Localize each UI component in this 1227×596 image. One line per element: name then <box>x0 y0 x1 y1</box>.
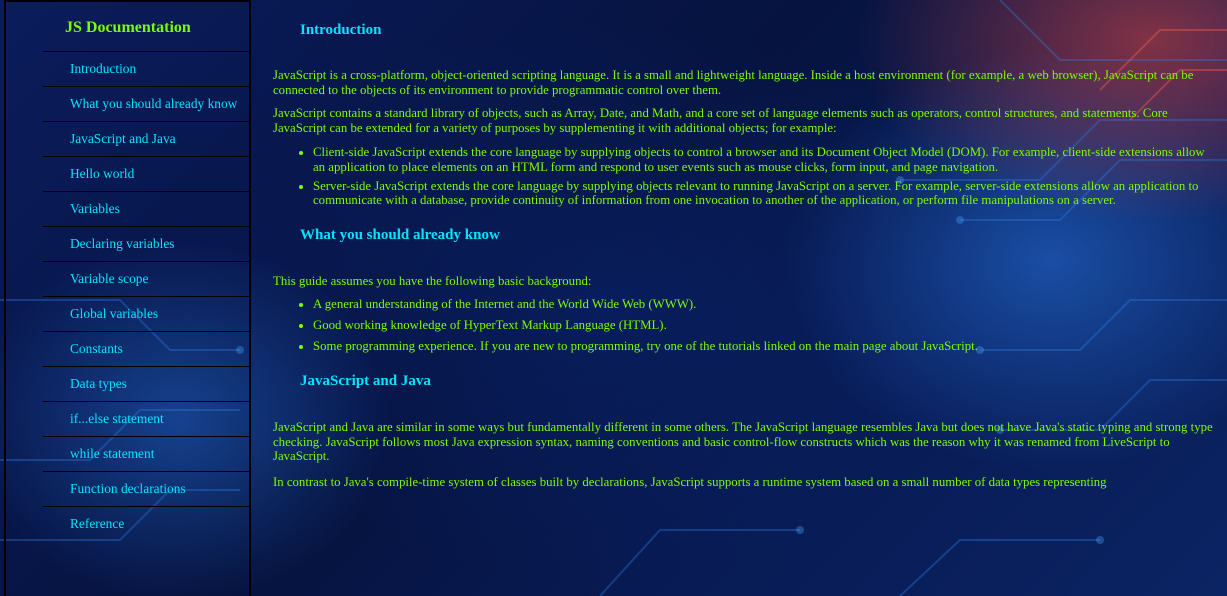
sidebar-item-what-you-should-already-know[interactable]: What you should already know <box>43 86 249 121</box>
bullet-list: Client-side JavaScript extends the core … <box>273 145 1213 207</box>
sidebar-item-javascript-and-java[interactable]: JavaScript and Java <box>43 121 249 156</box>
paragraph: JavaScript and Java are similar in some … <box>273 420 1213 464</box>
sidebar-nav: JS Documentation Introduction What you s… <box>4 0 251 596</box>
paragraph: This guide assumes you have the followin… <box>273 273 592 288</box>
list-item: Server-side JavaScript extends the core … <box>313 179 1213 208</box>
sidebar-item-while-statement[interactable]: while statement <box>43 436 249 471</box>
sidebar-item-introduction[interactable]: Introduction <box>43 51 249 86</box>
section-introduction: Introduction JavaScript is a cross-platf… <box>273 0 1213 208</box>
paragraph: JavaScript is a cross-platform, object-o… <box>273 68 1194 97</box>
sidebar-item-variables[interactable]: Variables <box>43 191 249 226</box>
sidebar-item-hello-world[interactable]: Hello world <box>43 156 249 191</box>
sidebar-item-declaring-variables[interactable]: Declaring variables <box>43 226 249 261</box>
sidebar-item-variable-scope[interactable]: Variable scope <box>43 261 249 296</box>
list-item: Client-side JavaScript extends the core … <box>313 145 1213 174</box>
sidebar-item-constants[interactable]: Constants <box>43 331 249 366</box>
section-heading: JavaScript and Java <box>300 373 431 390</box>
sidebar-item-if-else-statement[interactable]: if...else statement <box>43 401 249 436</box>
section-heading: Introduction <box>300 22 382 38</box>
section-heading: What you should already know <box>300 226 500 243</box>
section-javascript-and-java: JavaScript and Java JavaScript and Java … <box>273 373 1213 489</box>
section-what-you-should-already-know: What you should already know This guide … <box>273 227 1213 353</box>
sidebar-item-global-variables[interactable]: Global variables <box>43 296 249 331</box>
sidebar-title: JS Documentation <box>65 19 191 36</box>
paragraph: In contrast to Java's compile-time syste… <box>273 474 1107 489</box>
main-document: Introduction JavaScript is a cross-platf… <box>255 0 1227 596</box>
list-item: A general understanding of the Internet … <box>313 297 1213 312</box>
paragraph: JavaScript contains a standard library o… <box>273 106 1168 135</box>
list-item: Good working knowledge of HyperText Mark… <box>313 318 1213 333</box>
sidebar-item-data-types[interactable]: Data types <box>43 366 249 401</box>
sidebar-item-function-declarations[interactable]: Function declarations <box>43 471 249 506</box>
list-item: Some programming experience. If you are … <box>313 339 1213 354</box>
sidebar-list: Introduction What you should already kno… <box>6 51 249 541</box>
sidebar-item-reference[interactable]: Reference <box>43 506 249 541</box>
bullet-list: A general understanding of the Internet … <box>273 297 1213 353</box>
